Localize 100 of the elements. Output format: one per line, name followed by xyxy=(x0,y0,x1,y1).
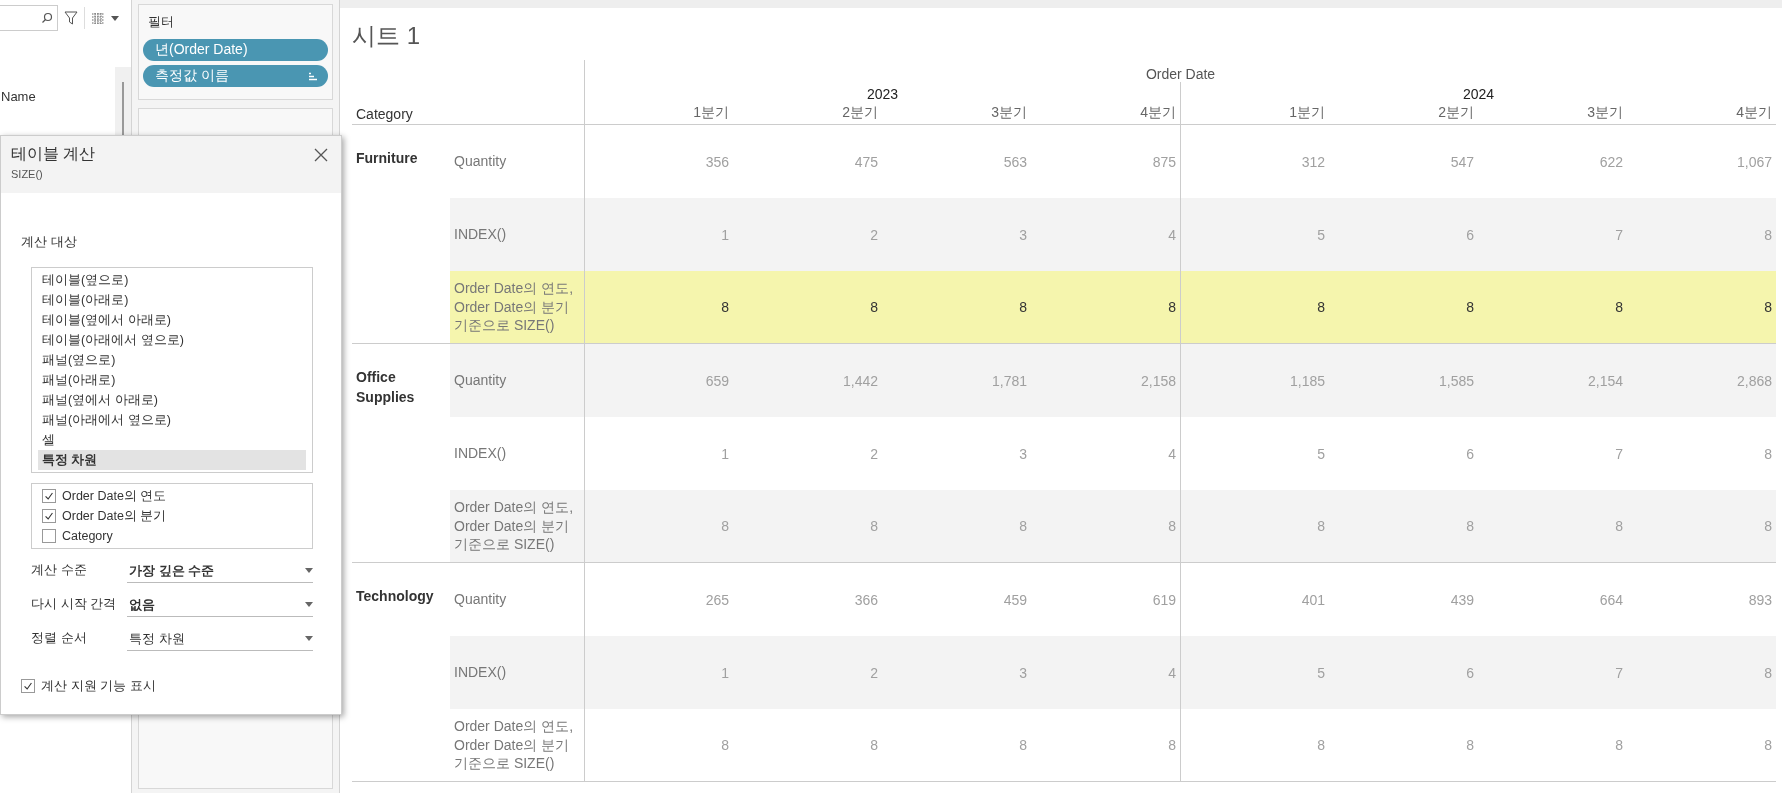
checkbox[interactable] xyxy=(42,529,56,543)
checkbox-label: Order Date의 연도 xyxy=(62,487,167,505)
table-cell: 1,185 xyxy=(1180,344,1329,417)
card-title: 필터 xyxy=(148,13,175,31)
table-cell: 8 xyxy=(584,709,733,782)
checkbox-label: 계산 지원 기능 표시 xyxy=(41,677,156,695)
table-cell: 8 xyxy=(1031,271,1180,344)
list-option[interactable]: 패널(옆에서 아래로) xyxy=(38,390,306,410)
table-cell: 2,154 xyxy=(1478,344,1627,417)
list-option[interactable]: 패널(아래로) xyxy=(38,370,306,390)
table-cell-text: 4 xyxy=(1167,444,1177,464)
table-cell-text: 622 xyxy=(1598,152,1624,172)
close-button[interactable] xyxy=(313,148,329,164)
measure-label: INDEX() xyxy=(450,198,584,271)
section-label: 계산 대상 xyxy=(21,233,78,251)
list-option[interactable]: 셀 xyxy=(38,430,306,450)
table-cell: 8 xyxy=(1180,490,1329,563)
table-cell: 8 xyxy=(1478,271,1627,344)
table-cell: 8 xyxy=(1329,709,1478,782)
setting-label: 다시 시작 간격 xyxy=(31,595,118,613)
dropdown[interactable]: 특정 차원 xyxy=(127,627,313,651)
table-cell-text: 7 xyxy=(1614,444,1624,464)
table-cell: 6 xyxy=(1329,636,1478,709)
table-cell: 8 xyxy=(1329,490,1478,563)
search-icon xyxy=(41,12,53,24)
table-cell: 3 xyxy=(882,198,1031,271)
quarter-header: 2분기 xyxy=(1329,102,1478,125)
table-cell-text: 8 xyxy=(1763,444,1773,464)
table-cell: 1,442 xyxy=(733,344,882,417)
setting-label: 정렬 순서 xyxy=(31,629,88,647)
list-option[interactable]: 테이블(아래에서 옆으로) xyxy=(38,330,306,350)
table-cell: 8 xyxy=(1478,709,1627,782)
table-cell: 2,868 xyxy=(1627,344,1776,417)
quarter-header: 1분기 xyxy=(584,102,733,125)
checkbox-label: Order Date의 분기 xyxy=(62,507,167,525)
table-cell: 1 xyxy=(584,636,733,709)
caret-icon[interactable] xyxy=(111,15,119,21)
table-cell: 8 xyxy=(1627,271,1776,344)
year-header: 2023 xyxy=(584,82,1180,102)
search-field[interactable] xyxy=(0,5,58,31)
table-cell: 8 xyxy=(1627,490,1776,563)
checkbox[interactable] xyxy=(42,489,56,503)
measure-label: Quantity xyxy=(453,590,508,610)
checkbox[interactable] xyxy=(42,509,56,523)
table-cell: 8 xyxy=(1478,490,1627,563)
measure-label: Order Date의 연도, Order Date의 분기 기준으로 SIZE() xyxy=(450,490,584,563)
table-cell: 5 xyxy=(1180,636,1329,709)
table-cell: 8 xyxy=(882,709,1031,782)
table-cell-text: 475 xyxy=(853,152,879,172)
dropdown[interactable]: 가장 깊은 수준 xyxy=(127,559,313,583)
table-cell: 8 xyxy=(1031,709,1180,782)
measure-label: Quantity xyxy=(450,344,584,417)
list-option[interactable]: 테이블(아래로) xyxy=(38,290,306,310)
table-cell: 8 xyxy=(584,271,733,344)
table-cell: 2 xyxy=(733,198,882,271)
table-cell: 2,158 xyxy=(1031,344,1180,417)
table-cell: 8 xyxy=(882,490,1031,563)
table-cell: 6 xyxy=(1329,198,1478,271)
table-cell: 4 xyxy=(1031,198,1180,271)
list-option[interactable]: 패널(아래에서 옆으로) xyxy=(38,410,306,430)
checkbox[interactable] xyxy=(21,679,35,693)
table-cell-text: 547 xyxy=(1449,152,1475,172)
measure-label: INDEX() xyxy=(450,636,584,709)
filter-icon[interactable] xyxy=(64,11,78,25)
table-cell-text: 664 xyxy=(1598,590,1624,610)
table-cell-text: 619 xyxy=(1151,590,1177,610)
list-view-icon[interactable] xyxy=(91,12,105,24)
list-option[interactable]: 테이블(옆에서 아래로) xyxy=(38,310,306,330)
table-cell-text: 6 xyxy=(1465,444,1475,464)
table-cell-text: 1,067 xyxy=(1735,152,1773,172)
table-cell: 7 xyxy=(1478,636,1627,709)
measure-label: Order Date의 연도, Order Date의 분기 기준으로 SIZE() xyxy=(450,709,584,782)
list-option[interactable]: 테이블(옆으로) xyxy=(38,270,306,290)
measure-label: Quantity xyxy=(453,152,508,172)
table-cell: 8 xyxy=(1627,198,1776,271)
quarter-header: 3분기 xyxy=(882,102,1031,125)
table-cell: 8 xyxy=(1627,709,1776,782)
measure-label: Order Date의 연도, Order Date의 분기 기준으로 SIZE() xyxy=(450,271,584,344)
table-cell: 8 xyxy=(1180,271,1329,344)
table-cell: 8 xyxy=(1031,490,1180,563)
field-name[interactable]: Name xyxy=(1,89,115,104)
list-option[interactable]: 패널(옆으로) xyxy=(38,350,306,370)
table-cell: 8 xyxy=(733,709,882,782)
table-cell: 8 xyxy=(882,271,1031,344)
table-cell-text: 893 xyxy=(1747,590,1773,610)
table-cell: 1 xyxy=(584,198,733,271)
table-cell: 1,585 xyxy=(1329,344,1478,417)
table-cell: 5 xyxy=(1180,198,1329,271)
column-header: Order Date xyxy=(584,60,1776,82)
measure-label: INDEX() xyxy=(453,444,508,464)
list-option[interactable]: 특정 차원 xyxy=(38,450,306,470)
table-cell: 8 xyxy=(733,271,882,344)
caret-icon xyxy=(305,636,313,641)
table-cell: 659 xyxy=(584,344,733,417)
table-cell-text: 459 xyxy=(1002,590,1028,610)
table-cell: 8 xyxy=(1180,709,1329,782)
table-cell: 7 xyxy=(1478,198,1627,271)
dropdown[interactable]: 없음 xyxy=(127,593,313,617)
dialog-title: 테이블 계산 xyxy=(11,144,96,164)
table-cell: 8 xyxy=(733,490,882,563)
